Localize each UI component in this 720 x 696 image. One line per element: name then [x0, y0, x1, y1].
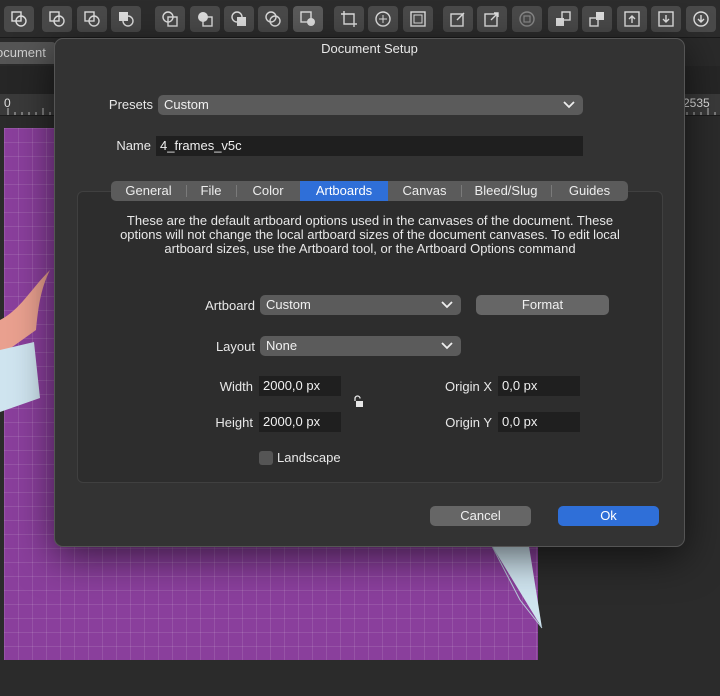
tab-file[interactable]: File — [186, 181, 236, 201]
divide-icon[interactable] — [155, 6, 185, 32]
height-input[interactable]: 2000,0 px — [259, 412, 341, 432]
boolean-xor-icon[interactable] — [111, 6, 141, 32]
artwork-left-shape — [0, 270, 50, 412]
group-icon[interactable] — [512, 6, 542, 32]
layout-value: None — [266, 338, 298, 353]
origin-x-input[interactable]: 0,0 px — [498, 376, 580, 396]
tab-artboards[interactable]: Artboards — [300, 181, 388, 201]
artboards-description: These are the default artboard options u… — [103, 214, 637, 256]
artboard-value: Custom — [266, 297, 311, 312]
description-line: options will not change the local artboa… — [120, 227, 620, 242]
combine-icon[interactable] — [190, 6, 220, 32]
presets-select[interactable]: Custom — [158, 95, 583, 115]
document-name-input[interactable]: 4_frames_v5c — [156, 136, 583, 156]
boolean-subtract-icon[interactable] — [42, 6, 72, 32]
compound-icon[interactable] — [293, 6, 323, 32]
insert-outside-icon[interactable] — [477, 6, 507, 32]
flatten-icon[interactable] — [258, 6, 288, 32]
move-to-bottom-icon[interactable] — [651, 6, 681, 32]
layout-label: Layout — [215, 339, 255, 354]
chevron-down-icon — [563, 101, 575, 109]
width-input[interactable]: 2000,0 px — [259, 376, 341, 396]
unlock-icon[interactable] — [354, 395, 366, 409]
settings-tabs: General File Color Artboards Canvas Blee… — [111, 181, 628, 201]
document-setup-dialog: Document Setup Presets Custom Name 4_fra… — [54, 38, 685, 547]
ruler-label-start: 0 — [4, 96, 11, 110]
tab-general[interactable]: General — [111, 181, 186, 201]
tab-guides[interactable]: Guides — [551, 181, 628, 201]
format-button[interactable]: Format — [476, 295, 609, 315]
arrange-backward-icon[interactable] — [582, 6, 612, 32]
artboard-label: Artboard — [205, 298, 255, 313]
width-label: Width — [219, 379, 253, 394]
chevron-down-icon — [441, 342, 453, 350]
boolean-add-icon[interactable] — [4, 6, 34, 32]
dialog-title: Document Setup — [321, 41, 418, 56]
insert-inside-icon[interactable] — [443, 6, 473, 32]
merge-icon[interactable] — [224, 6, 254, 32]
move-to-top-icon[interactable] — [617, 6, 647, 32]
landscape-checkbox[interactable] — [259, 451, 273, 465]
crop-icon[interactable] — [334, 6, 364, 32]
presets-label: Presets — [108, 97, 153, 112]
ok-button[interactable]: Ok — [558, 506, 659, 526]
pixel-grid-icon[interactable] — [368, 6, 398, 32]
layout-select[interactable]: None — [260, 336, 461, 356]
artwork-right-shape — [491, 540, 543, 629]
presets-value: Custom — [164, 97, 209, 112]
arrange-forward-icon[interactable] — [548, 6, 578, 32]
boolean-intersect-icon[interactable] — [77, 6, 107, 32]
artboard-select[interactable]: Custom — [260, 295, 461, 315]
ruler-label-end: 2535 — [683, 96, 710, 110]
name-label: Name — [116, 138, 151, 153]
app-toolbar — [0, 0, 720, 38]
document-tab[interactable]: ocument — [0, 42, 56, 64]
landscape-label[interactable]: Landscape — [277, 450, 341, 465]
height-label: Height — [215, 415, 253, 430]
origin-y-input[interactable]: 0,0 px — [498, 412, 580, 432]
description-line: artboard sizes, use the Artboard tool, o… — [164, 241, 576, 256]
chevron-down-icon — [441, 301, 453, 309]
tab-canvas[interactable]: Canvas — [388, 181, 461, 201]
frame-icon[interactable] — [403, 6, 433, 32]
tab-color[interactable]: Color — [236, 181, 300, 201]
download-icon[interactable] — [686, 6, 716, 32]
description-line: These are the default artboard options u… — [126, 213, 614, 228]
origin-y-label: Origin Y — [445, 415, 492, 430]
cancel-button[interactable]: Cancel — [430, 506, 531, 526]
origin-x-label: Origin X — [445, 379, 492, 394]
tab-bleed-slug[interactable]: Bleed/Slug — [461, 181, 551, 201]
